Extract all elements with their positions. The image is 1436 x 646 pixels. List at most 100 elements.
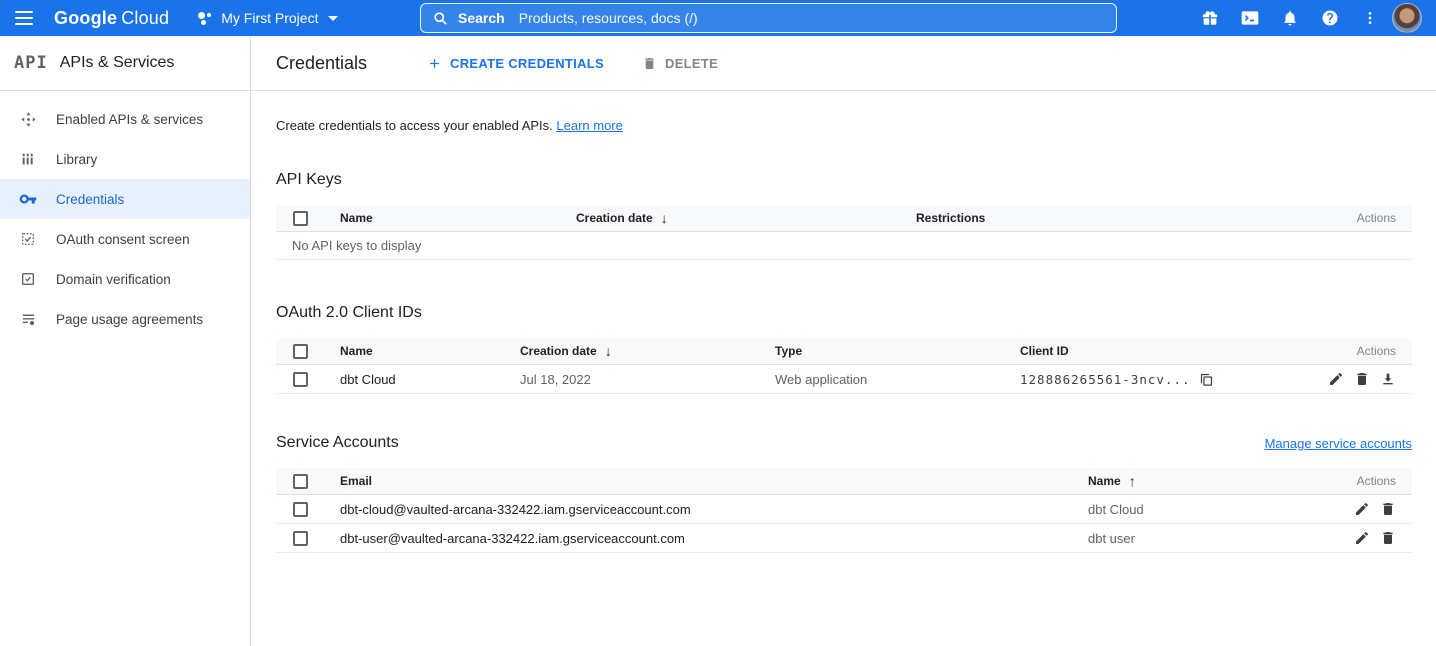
help-icon[interactable] xyxy=(1310,0,1350,36)
oauth-client-name: dbt Cloud xyxy=(324,372,504,387)
search-placeholder: Products, resources, docs (/) xyxy=(519,10,698,26)
service-account-email: dbt-cloud@vaulted-arcana-332422.iam.gser… xyxy=(324,502,1072,517)
content: Create credentials to access your enable… xyxy=(251,118,1436,553)
domain-verification-icon xyxy=(0,271,56,287)
column-header-type[interactable]: Type xyxy=(759,344,1004,358)
row-checkbox[interactable] xyxy=(293,372,308,387)
sidebar-item-library[interactable]: Library xyxy=(0,139,250,179)
delete-button[interactable]: DELETE xyxy=(642,56,718,71)
api-keys-empty-row: No API keys to display xyxy=(276,232,1412,260)
plus-icon xyxy=(427,56,442,71)
main-header: Credentials CREATE CREDENTIALS DELETE xyxy=(251,36,1436,91)
column-header-name[interactable]: Name xyxy=(324,344,504,358)
trash-icon xyxy=(642,56,657,71)
intro-text: Create credentials to access your enable… xyxy=(276,118,1412,133)
edit-pencil-icon[interactable] xyxy=(1354,501,1370,517)
sidebar-item-label: OAuth consent screen xyxy=(56,232,190,247)
project-selector[interactable]: My First Project xyxy=(197,10,338,26)
search-label: Search xyxy=(458,10,505,26)
select-all-checkbox[interactable] xyxy=(293,344,308,359)
sidebar-item-page-usage[interactable]: Page usage agreements xyxy=(0,299,250,339)
sidebar-nav: Enabled APIs & services Library Credenti… xyxy=(0,91,250,339)
sort-desc-icon: ↓ xyxy=(605,343,612,359)
api-keys-header-row: Name Creation date ↓ Restrictions Action… xyxy=(276,205,1412,232)
row-actions xyxy=(1322,530,1412,546)
name-label: Name xyxy=(1088,474,1121,488)
oauth-consent-icon xyxy=(0,231,56,247)
table-row: dbt-user@vaulted-arcana-332422.iam.gserv… xyxy=(276,524,1412,553)
sidebar-item-enabled-apis[interactable]: Enabled APIs & services xyxy=(0,99,250,139)
learn-more-link[interactable]: Learn more xyxy=(556,118,622,133)
enabled-apis-icon xyxy=(0,111,56,128)
creation-date-label: Creation date xyxy=(576,211,653,225)
row-actions xyxy=(1322,501,1412,517)
service-account-name: dbt user xyxy=(1072,531,1322,546)
sidebar-item-credentials[interactable]: Credentials xyxy=(0,179,250,219)
apis-services-logo-icon: API xyxy=(14,53,48,73)
oauth-client-type: Web application xyxy=(759,372,1004,387)
user-avatar[interactable] xyxy=(1392,3,1422,33)
search-input[interactable]: Search Products, resources, docs (/) xyxy=(420,3,1117,33)
project-name: My First Project xyxy=(221,10,318,26)
table-row: dbt-cloud@vaulted-arcana-332422.iam.gser… xyxy=(276,495,1412,524)
topbar-right xyxy=(1117,0,1436,36)
edit-pencil-icon[interactable] xyxy=(1354,530,1370,546)
row-checkbox[interactable] xyxy=(293,531,308,546)
download-icon[interactable] xyxy=(1380,371,1396,387)
manage-service-accounts-link[interactable]: Manage service accounts xyxy=(1265,436,1412,451)
main-content: Credentials CREATE CREDENTIALS DELETE Cr… xyxy=(251,36,1436,646)
topbar-left: GoogleCloud My First Project xyxy=(0,0,420,36)
api-keys-heading: API Keys xyxy=(276,171,1412,189)
more-vertical-icon[interactable] xyxy=(1350,0,1390,36)
delete-trash-icon[interactable] xyxy=(1380,530,1396,546)
sidebar-item-label: Page usage agreements xyxy=(56,312,203,327)
logo-google-text: Google xyxy=(54,8,117,28)
column-header-creation-date[interactable]: Creation date ↓ xyxy=(504,343,759,359)
hamburger-menu-icon[interactable] xyxy=(0,0,48,36)
cloud-shell-icon[interactable] xyxy=(1230,0,1270,36)
row-checkbox[interactable] xyxy=(293,502,308,517)
chevron-down-icon xyxy=(328,16,338,21)
service-accounts-heading: Service Accounts xyxy=(276,434,399,452)
column-header-client-id[interactable]: Client ID xyxy=(1004,344,1302,358)
select-all-checkbox[interactable] xyxy=(293,211,308,226)
page-usage-icon xyxy=(0,311,56,328)
search-icon xyxy=(433,11,448,26)
sidebar-item-oauth-consent[interactable]: OAuth consent screen xyxy=(0,219,250,259)
service-account-email: dbt-user@vaulted-arcana-332422.iam.gserv… xyxy=(324,531,1072,546)
creation-date-label: Creation date xyxy=(520,344,597,358)
column-header-actions: Actions xyxy=(1322,211,1412,225)
key-icon xyxy=(0,190,56,208)
service-accounts-header-row: Email Name ↑ Actions xyxy=(276,468,1412,495)
column-header-name[interactable]: Name ↑ xyxy=(1072,473,1322,489)
oauth-client-id: 128886265561-3ncv... xyxy=(1020,372,1191,387)
free-trial-gift-icon[interactable] xyxy=(1190,0,1230,36)
column-header-restrictions[interactable]: Restrictions xyxy=(900,211,1322,225)
google-cloud-logo[interactable]: GoogleCloud xyxy=(54,8,169,29)
delete-trash-icon[interactable] xyxy=(1380,501,1396,517)
sort-desc-icon: ↓ xyxy=(661,210,668,226)
copy-icon[interactable] xyxy=(1199,372,1214,387)
intro-sentence: Create credentials to access your enable… xyxy=(276,118,553,133)
empty-state-text: No API keys to display xyxy=(276,238,437,253)
row-actions xyxy=(1302,371,1412,387)
service-accounts-heading-row: Service Accounts Manage service accounts xyxy=(276,434,1412,452)
notifications-bell-icon[interactable] xyxy=(1270,0,1310,36)
sidebar-item-label: Enabled APIs & services xyxy=(56,112,203,127)
sidebar-item-label: Credentials xyxy=(56,192,124,207)
oauth-clients-table: Name Creation date ↓ Type Client ID Acti… xyxy=(276,338,1412,394)
column-header-email[interactable]: Email xyxy=(324,474,1072,488)
oauth-header-row: Name Creation date ↓ Type Client ID Acti… xyxy=(276,338,1412,365)
project-icon xyxy=(197,10,213,26)
oauth-client-id-cell: 128886265561-3ncv... xyxy=(1004,372,1302,387)
select-all-checkbox[interactable] xyxy=(293,474,308,489)
column-header-creation-date[interactable]: Creation date ↓ xyxy=(560,210,900,226)
delete-trash-icon[interactable] xyxy=(1354,371,1370,387)
delete-label: DELETE xyxy=(665,56,718,71)
sidebar-item-domain-verification[interactable]: Domain verification xyxy=(0,259,250,299)
edit-pencil-icon[interactable] xyxy=(1328,371,1344,387)
page-title: Credentials xyxy=(276,53,367,74)
column-header-name[interactable]: Name xyxy=(324,211,560,225)
create-credentials-button[interactable]: CREATE CREDENTIALS xyxy=(427,56,604,71)
page-body: API APIs & Services Enabled APIs & servi… xyxy=(0,36,1436,646)
